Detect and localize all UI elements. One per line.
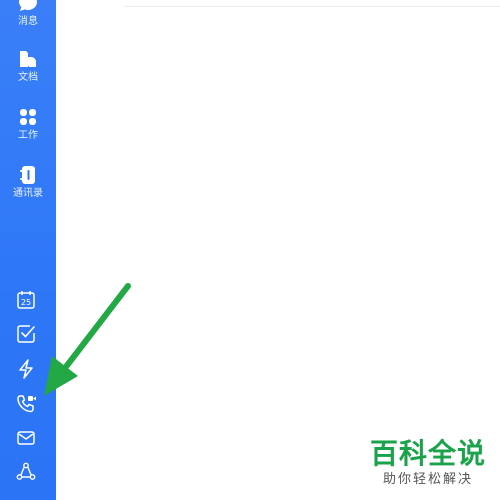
- watermark-subtitle: 助你轻松解决: [382, 472, 473, 487]
- green-arrow-annotation: [44, 283, 131, 396]
- watermark: 百科全说 助你轻松解决: [370, 438, 486, 488]
- watermark-title: 百科全说: [369, 437, 486, 470]
